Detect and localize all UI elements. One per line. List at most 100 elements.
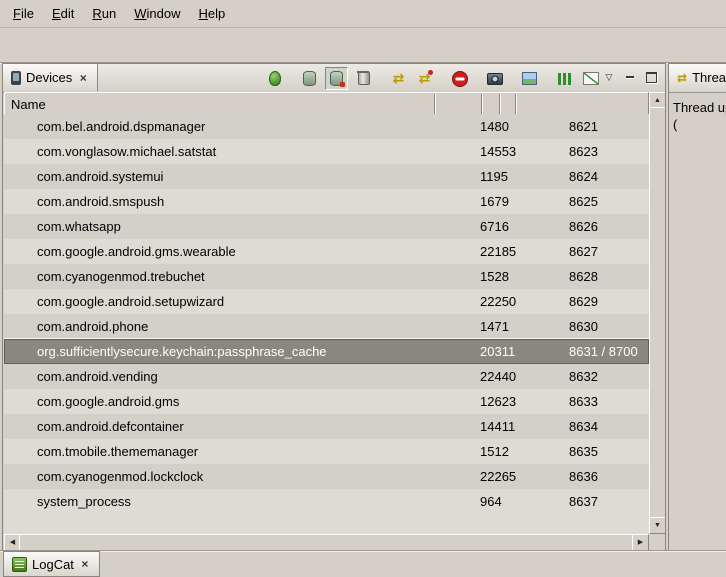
- menu-bar: FileEditRunWindowHelp: [0, 0, 726, 28]
- main-toolbar: [0, 28, 726, 63]
- process-name: com.tmobile.thememanager: [4, 444, 466, 459]
- process-pid: 964: [466, 494, 527, 509]
- devices-tabbar: Devices: [3, 64, 665, 93]
- vertical-scroll-thumb[interactable]: [649, 107, 666, 519]
- update-heap-icon[interactable]: [299, 68, 320, 89]
- screen-capture-icon[interactable]: [484, 68, 505, 89]
- column-divider[interactable]: [434, 94, 436, 114]
- threads-message-line1: Thread up: [673, 99, 722, 116]
- process-port: 8634: [561, 419, 649, 434]
- process-port: 8625: [561, 194, 649, 209]
- process-name: com.cyanogenmod.trebuchet: [4, 269, 466, 284]
- process-port: 8631 / 8700: [561, 344, 649, 359]
- process-name: com.google.android.gms.wearable: [4, 244, 466, 259]
- process-row[interactable]: system_process9648637: [4, 489, 649, 514]
- bottom-tabbar: LogCat: [0, 550, 726, 577]
- allocations-icon[interactable]: [554, 68, 575, 89]
- logcat-icon: [12, 557, 27, 572]
- column-divider[interactable]: [481, 94, 483, 114]
- process-name: com.google.android.setupwizard: [4, 294, 466, 309]
- tab-threads[interactable]: Threads: [669, 64, 726, 91]
- process-pid: 22185: [466, 244, 527, 259]
- menu-edit[interactable]: Edit: [43, 2, 83, 25]
- process-port: 8635: [561, 444, 649, 459]
- process-name: system_process: [4, 494, 466, 509]
- dump-hprof-icon[interactable]: [325, 67, 348, 90]
- process-row[interactable]: com.android.smspush16798625: [4, 189, 649, 214]
- debug-process-icon[interactable]: [264, 68, 285, 89]
- threads-content: Thread up (: [669, 92, 726, 550]
- process-row[interactable]: com.cyanogenmod.lockclock222658636: [4, 464, 649, 489]
- process-port: 8630: [561, 319, 649, 334]
- process-row[interactable]: com.google.android.setupwizard222508629: [4, 289, 649, 314]
- process-row[interactable]: com.google.android.gms.wearable22185 8627: [4, 239, 649, 264]
- process-row[interactable]: com.bel.android.dspmanager14808621: [4, 114, 649, 139]
- process-table: com.bel.android.dspmanager14808621com.vo…: [4, 114, 649, 534]
- device-icon: [11, 71, 21, 85]
- tab-devices-label: Devices: [26, 70, 72, 85]
- horizontal-scroll-thumb[interactable]: [19, 534, 634, 551]
- process-row[interactable]: com.android.phone1471 8630: [4, 314, 649, 339]
- column-divider[interactable]: [499, 94, 501, 114]
- process-pid: 1480: [466, 119, 527, 134]
- cause-gc-icon[interactable]: [353, 68, 374, 89]
- process-pid: 22250: [466, 294, 527, 309]
- process-row[interactable]: com.tmobile.thememanager15128635: [4, 439, 649, 464]
- view-window-controls: [601, 69, 659, 85]
- process-pid: 1679: [466, 194, 527, 209]
- process-name: com.google.android.gms: [4, 394, 466, 409]
- process-pid: 1471: [466, 319, 527, 334]
- process-name: com.vonglasow.michael.satstat: [4, 144, 466, 159]
- close-icon[interactable]: [79, 558, 91, 570]
- view-menu-icon[interactable]: [601, 69, 617, 85]
- menu-run[interactable]: Run: [83, 2, 125, 25]
- scroll-right-icon[interactable]: ▶: [632, 534, 649, 551]
- process-name: com.whatsapp: [4, 219, 466, 234]
- column-header-name[interactable]: Name: [5, 97, 46, 112]
- process-port: 8623: [561, 144, 649, 159]
- process-row[interactable]: org.sufficientlysecure.keychain:passphra…: [4, 339, 649, 364]
- vertical-scrollbar[interactable]: ▲ ▼: [649, 92, 664, 534]
- process-port: 8624: [561, 169, 649, 184]
- tab-logcat[interactable]: LogCat: [3, 551, 100, 577]
- process-pid: 6716: [466, 219, 527, 234]
- process-row[interactable]: com.android.defcontainer14411 8634: [4, 414, 649, 439]
- minimize-icon[interactable]: [622, 69, 638, 85]
- menu-window[interactable]: Window: [125, 2, 189, 25]
- process-pid: 12623: [466, 394, 527, 409]
- process-name: com.android.vending: [4, 369, 466, 384]
- tab-threads-label: Threads: [692, 70, 726, 85]
- threads-panel: Threads Thread up (: [668, 63, 726, 551]
- sysinfo-icon[interactable]: [580, 68, 601, 89]
- process-row[interactable]: com.cyanogenmod.trebuchet1528 8628: [4, 264, 649, 289]
- horizontal-scrollbar[interactable]: ◀ ▶: [4, 534, 649, 549]
- process-row[interactable]: com.whatsapp67168626: [4, 214, 649, 239]
- process-row[interactable]: com.android.systemui11958624: [4, 164, 649, 189]
- process-port: 8627: [561, 244, 649, 259]
- process-name: com.bel.android.dspmanager: [4, 119, 466, 134]
- scroll-down-icon[interactable]: ▼: [649, 517, 666, 534]
- threads-message-line2: (: [673, 116, 722, 133]
- process-name: com.android.defcontainer: [4, 419, 466, 434]
- stop-process-icon[interactable]: [449, 68, 470, 89]
- column-divider[interactable]: [515, 94, 517, 114]
- process-pid: 20311: [466, 344, 527, 359]
- menu-file[interactable]: File: [4, 2, 43, 25]
- maximize-icon[interactable]: [643, 69, 659, 85]
- process-port: 8632: [561, 369, 649, 384]
- process-row[interactable]: com.google.android.gms12623 8633: [4, 389, 649, 414]
- menu-help[interactable]: Help: [189, 2, 234, 25]
- tab-devices[interactable]: Devices: [3, 64, 98, 91]
- process-name: com.android.phone: [4, 319, 466, 334]
- process-row[interactable]: com.android.vending224408632: [4, 364, 649, 389]
- method-profiling-icon[interactable]: [414, 68, 435, 89]
- update-threads-icon[interactable]: [388, 68, 409, 89]
- process-port: 8633: [561, 394, 649, 409]
- hierarchy-view-icon[interactable]: [519, 68, 540, 89]
- devices-toolbar: [264, 67, 601, 90]
- process-row[interactable]: com.vonglasow.michael.satstat145538623: [4, 139, 649, 164]
- process-port: 8628: [561, 269, 649, 284]
- close-icon[interactable]: [77, 72, 89, 84]
- process-pid: 1528: [466, 269, 527, 284]
- process-pid: 14411: [466, 419, 527, 434]
